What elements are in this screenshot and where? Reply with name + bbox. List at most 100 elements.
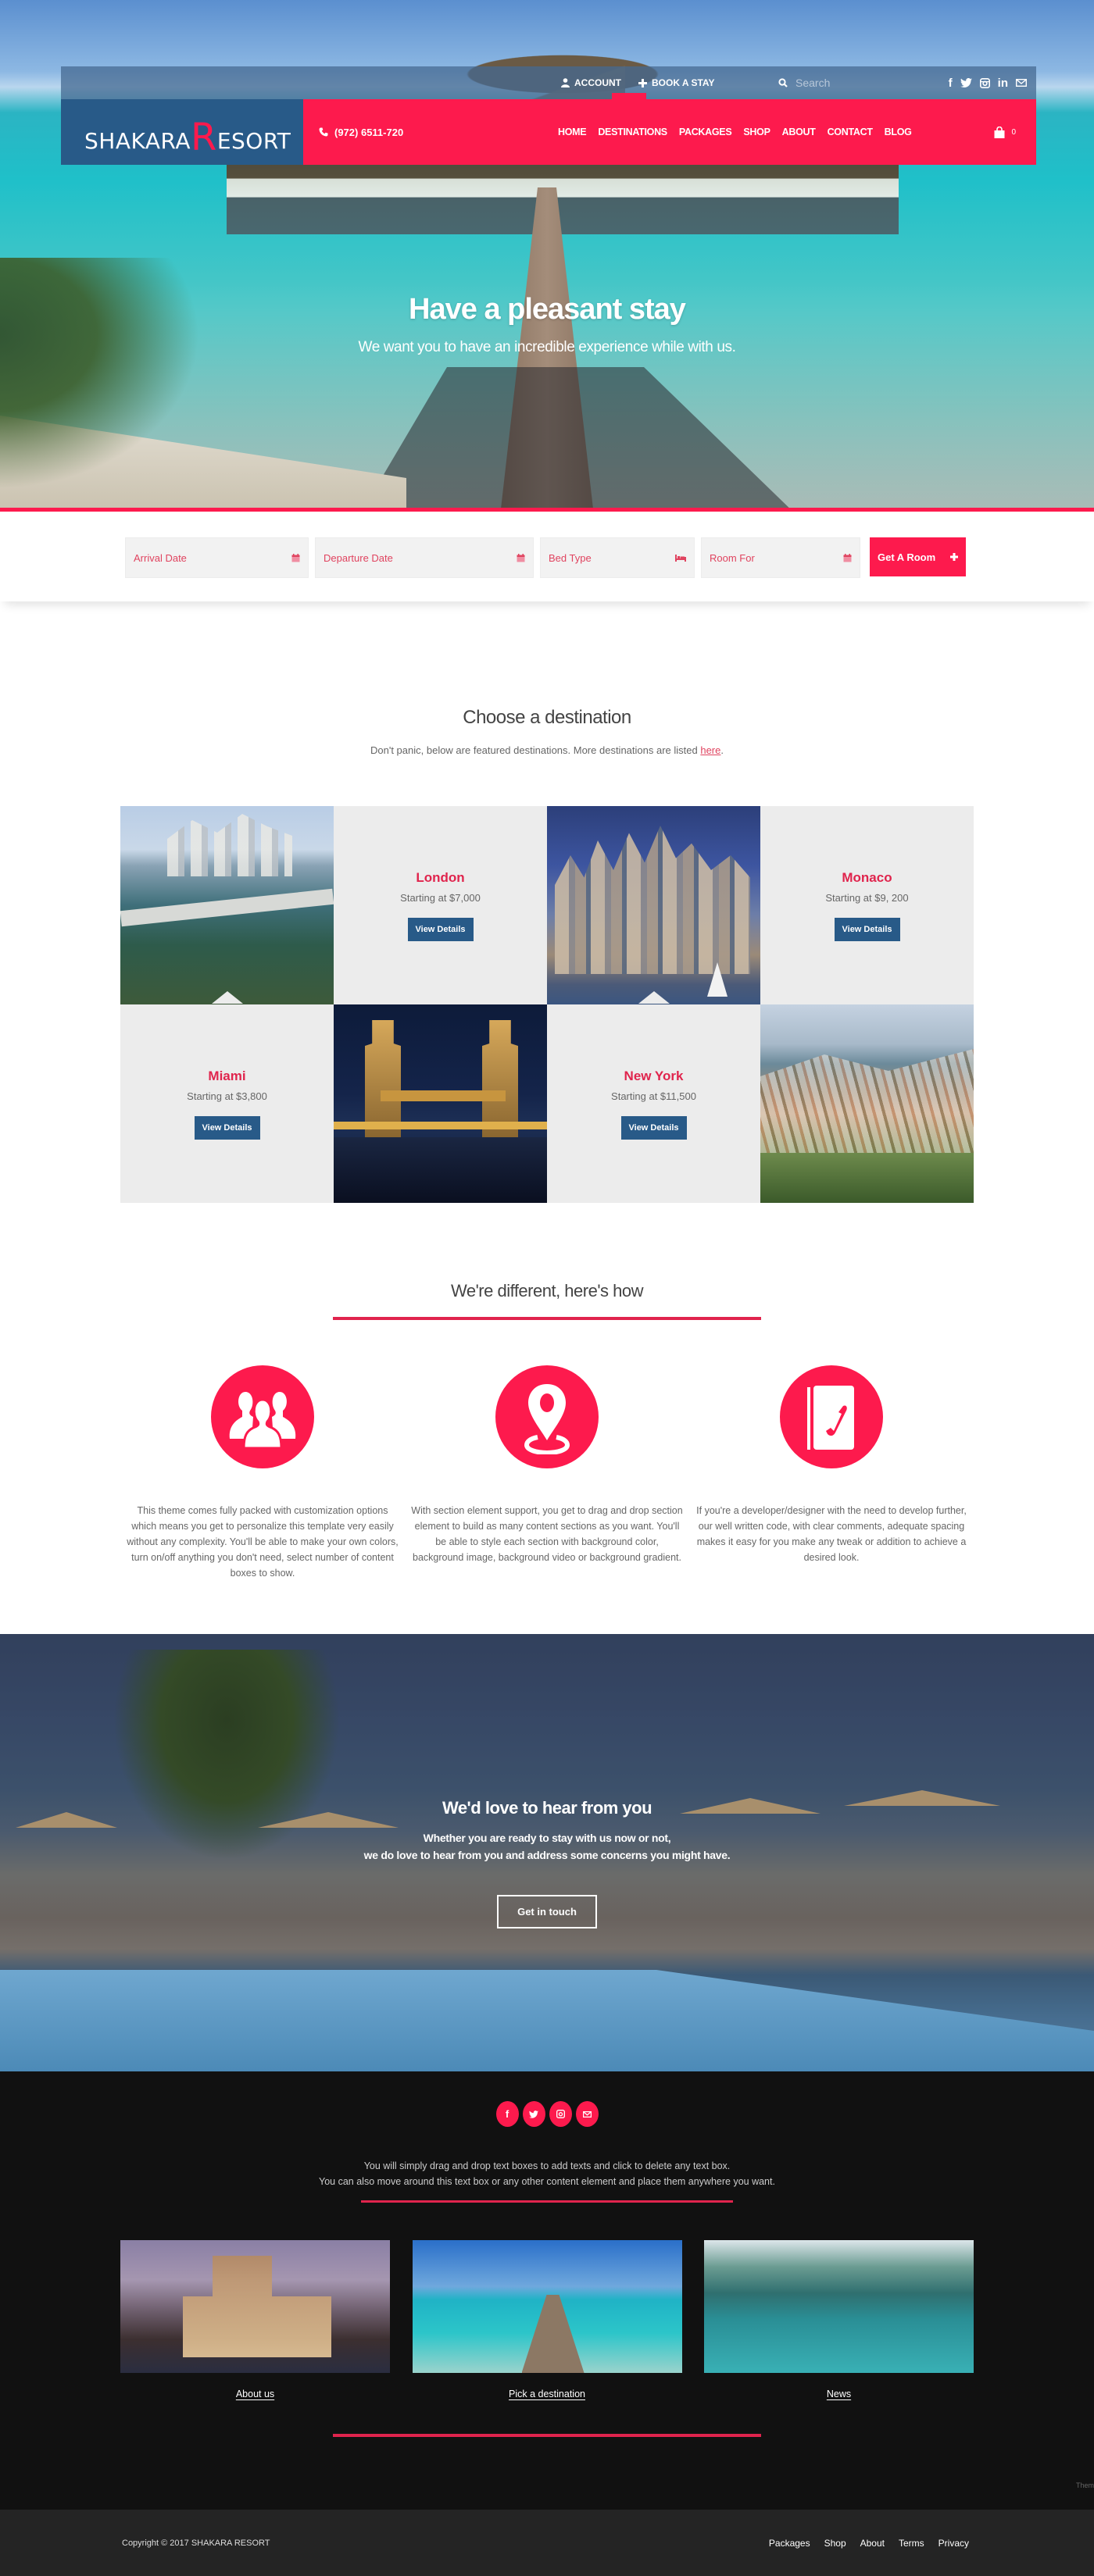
get-in-touch-button[interactable]: Get in touch <box>497 1895 597 1928</box>
calendar-icon <box>843 553 852 562</box>
logo-box[interactable]: SHAKARARESORT <box>61 99 303 165</box>
map-pin-icon <box>524 1384 570 1454</box>
instagram-icon[interactable] <box>979 77 990 88</box>
book-a-stay-link[interactable]: Book A Stay <box>638 77 714 88</box>
feature-item: With section element support, you get to… <box>405 1365 689 1581</box>
pick-destination-image[interactable] <box>412 2240 682 2373</box>
destination-city: London <box>416 869 465 885</box>
footer-cards: About us Pick a destination News <box>120 2240 974 2401</box>
destination-city: Miami <box>208 1068 246 1083</box>
account-label: Account <box>574 77 621 88</box>
destination-card-miami: Miami Starting at $3,800 View Details <box>120 1004 334 1203</box>
phone-label: (972) 6511-720 <box>334 126 404 138</box>
destination-price: Starting at $3,800 <box>187 1090 267 1102</box>
footer-divider-bottom <box>333 2434 761 2437</box>
features-section: We're different, here's how This theme c… <box>0 1203 1094 1581</box>
destinations-subtitle: Don't panic, below are featured destinat… <box>0 744 1094 756</box>
hero-title: Have a pleasant stay <box>409 293 686 326</box>
phone-icon <box>319 127 328 137</box>
view-details-button[interactable]: View Details <box>407 917 474 941</box>
phone-number[interactable]: (972) 6511-720 <box>319 127 403 138</box>
view-details-button[interactable]: View Details <box>834 917 900 941</box>
linkedin-icon[interactable]: in <box>998 77 1008 90</box>
destination-image-london[interactable] <box>334 1004 547 1203</box>
theme-watermark: Them <box>1075 2481 1094 2489</box>
bed-icon <box>675 554 686 562</box>
nav-packages[interactable]: Packages <box>679 127 732 137</box>
account-link[interactable]: Account <box>561 77 621 88</box>
nav-menu-bar: (972) 6511-720 Home Destinations Package… <box>303 93 1036 165</box>
contact-line-2: we do love to hear from you and address … <box>363 1849 731 1861</box>
nav-contact[interactable]: Contact <box>828 127 873 137</box>
footer-link-privacy[interactable]: Privacy <box>938 2538 969 2549</box>
facebook-icon[interactable]: f <box>949 77 953 90</box>
about-us-link[interactable]: About us <box>236 2389 274 2399</box>
contact-title: We'd love to hear from you <box>442 1798 652 1818</box>
footer: f You will simply drag and drop text box… <box>0 2071 1094 2510</box>
nav-home[interactable]: Home <box>558 127 587 137</box>
destination-image-new-york[interactable] <box>547 806 760 1004</box>
twitter-icon[interactable] <box>522 2101 545 2127</box>
contact-bg-pool <box>0 1970 1094 2071</box>
destination-image-monaco[interactable] <box>760 1004 974 1203</box>
logo-suffix: ESORT <box>216 128 291 154</box>
room-for-select[interactable]: Room For <box>701 537 860 578</box>
about-us-image[interactable] <box>120 2240 390 2373</box>
nav-blog[interactable]: Blog <box>885 127 912 137</box>
hero-subtitle: We want you to have an incredible experi… <box>358 339 736 355</box>
feature-icon-circle <box>211 1365 314 1468</box>
view-details-button[interactable]: View Details <box>620 1115 687 1140</box>
more-destinations-link[interactable]: here <box>700 744 720 756</box>
footer-link-about[interactable]: About <box>860 2538 885 2549</box>
hero-section: Account Book A Stay f in SHAKARARESORT <box>0 0 1094 512</box>
contact-banner: We'd love to hear from you Whether you a… <box>0 1634 1094 2071</box>
footer-divider <box>361 2200 733 2203</box>
email-icon[interactable] <box>575 2101 599 2127</box>
pick-a-destination-link[interactable]: Pick a destination <box>509 2389 585 2399</box>
cart-button[interactable]: 0 <box>994 126 1016 138</box>
feature-icon-circle <box>495 1365 599 1468</box>
footer-text: You will simply drag and drop text boxes… <box>0 2158 1094 2189</box>
cart-count: 0 <box>1011 127 1016 137</box>
news-image[interactable] <box>704 2240 974 2373</box>
search-input[interactable] <box>795 77 952 89</box>
hero-bg-shadow <box>359 367 797 512</box>
feature-text: This theme comes fully packed with custo… <box>127 1505 399 1579</box>
view-details-button[interactable]: View Details <box>194 1115 260 1140</box>
footer-link-shop[interactable]: Shop <box>824 2538 846 2549</box>
footer-social: f <box>0 2101 1094 2127</box>
destination-city: New York <box>624 1068 684 1083</box>
search-icon[interactable] <box>778 78 788 87</box>
users-icon <box>229 1392 296 1450</box>
footer-card-destination: Pick a destination <box>412 2240 682 2401</box>
nav-shop[interactable]: Shop <box>743 127 770 137</box>
destinations-title: Choose a destination <box>463 707 631 728</box>
logo-prefix: SHAKARA <box>84 128 191 154</box>
logo[interactable]: SHAKARARESORT <box>84 116 291 159</box>
news-link[interactable]: News <box>827 2389 851 2399</box>
logo-big-letter: R <box>190 116 217 159</box>
nav-about[interactable]: About <box>782 127 816 137</box>
bed-type-select[interactable]: Bed Type <box>540 537 695 578</box>
email-icon[interactable] <box>1016 79 1027 87</box>
arrival-date-placeholder: Arrival Date <box>134 551 187 564</box>
departure-date-placeholder: Departure Date <box>324 551 393 564</box>
facebook-icon[interactable]: f <box>495 2101 519 2127</box>
destination-image-miami[interactable] <box>120 806 334 1004</box>
nav-destinations[interactable]: Destinations <box>598 127 667 137</box>
instagram-icon[interactable] <box>549 2101 572 2127</box>
feature-item: This theme comes fully packed with custo… <box>120 1365 405 1581</box>
footer-text-line-1: You will simply drag and drop text boxes… <box>363 2160 731 2171</box>
destinations-section: Choose a destination Don't panic, below … <box>0 601 1094 1203</box>
footer-link-packages[interactable]: Packages <box>769 2538 810 2549</box>
arrival-date-field[interactable]: Arrival Date <box>125 537 309 578</box>
twitter-icon[interactable] <box>960 78 972 87</box>
footer-link-terms[interactable]: Terms <box>899 2538 924 2549</box>
user-icon <box>561 78 570 87</box>
feature-item: If you're a developer/designer with the … <box>689 1365 974 1581</box>
bed-type-placeholder: Bed Type <box>549 551 592 564</box>
departure-date-field[interactable]: Departure Date <box>315 537 534 578</box>
get-a-room-button[interactable]: Get A Room <box>870 537 966 576</box>
get-a-room-label: Get A Room <box>878 551 936 563</box>
destinations-subtitle-end: . <box>720 744 724 756</box>
